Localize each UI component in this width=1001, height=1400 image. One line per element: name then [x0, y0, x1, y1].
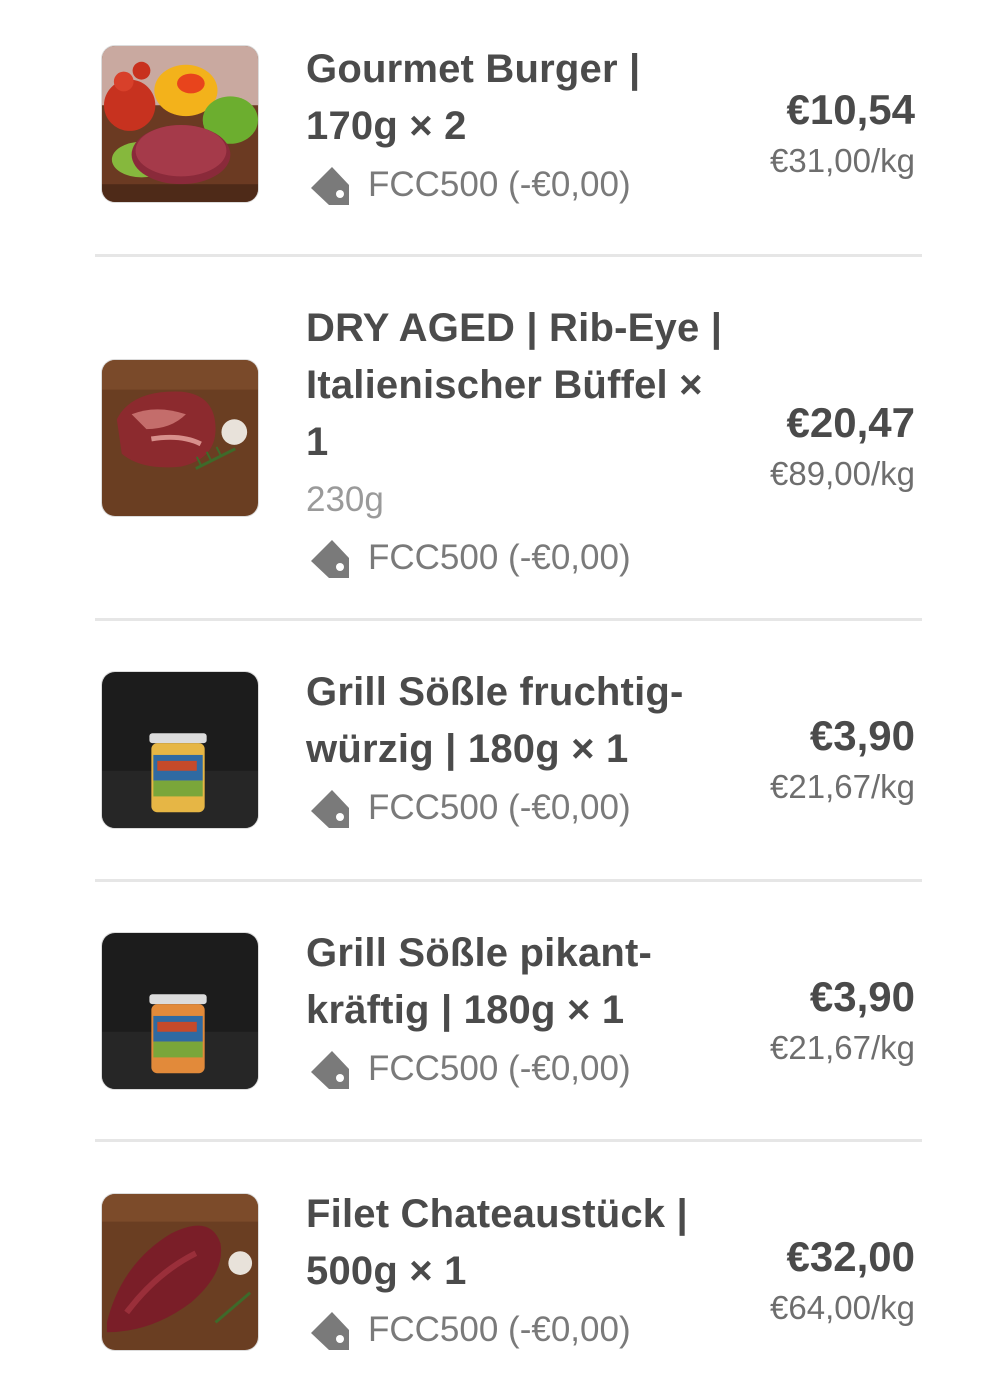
- coupon-row: FCC500 (-€0,00): [306, 778, 736, 838]
- product-name: Gourmet Burger | 170g × 2: [306, 47, 641, 148]
- product-name: DRY AGED | Rib-Eye | Italienischer Büffe…: [306, 306, 723, 464]
- item-divider: [95, 618, 922, 621]
- item-divider: [95, 879, 922, 882]
- coupon-code: FCC500 (-€0,00): [368, 788, 631, 827]
- unit-price: €21,67/kg: [770, 768, 915, 805]
- unit-price: €21,67/kg: [770, 1029, 915, 1066]
- product-name: Filet Chateaustück | 500g × 1: [306, 1192, 688, 1293]
- item-price: €20,47: [786, 399, 915, 446]
- coupon-row: FCC500 (-€0,00): [306, 1039, 736, 1099]
- coupon-row: FCC500 (-€0,00): [306, 155, 736, 215]
- coupon-code: FCC500 (-€0,00): [368, 1049, 631, 1088]
- product-image-filet[interactable]: [101, 1193, 259, 1351]
- price-tag-icon: [306, 534, 354, 582]
- coupon-code: FCC500 (-€0,00): [368, 165, 631, 204]
- coupon-code: FCC500 (-€0,00): [368, 1310, 631, 1349]
- coupon-row: FCC500 (-€0,00): [306, 1300, 736, 1360]
- item-price: €10,54: [786, 86, 915, 133]
- product-image-sauce[interactable]: [101, 671, 259, 829]
- coupon-row: FCC500 (-€0,00): [306, 528, 736, 588]
- unit-price: €31,00/kg: [770, 142, 915, 179]
- price-tag-icon: [306, 161, 354, 209]
- item-price: €3,90: [809, 712, 915, 759]
- item-divider: [95, 254, 922, 257]
- item-price: €3,90: [809, 973, 915, 1020]
- product-image-burger[interactable]: [101, 45, 259, 203]
- unit-price: €89,00/kg: [770, 455, 915, 492]
- product-name: Grill Sößle pikant-kräftig | 180g × 1: [306, 931, 653, 1032]
- product-name: Grill Sößle fruchtig-würzig | 180g × 1: [306, 670, 684, 771]
- product-variant: 230g: [306, 480, 384, 519]
- price-tag-icon: [306, 1306, 354, 1354]
- coupon-code: FCC500 (-€0,00): [368, 538, 631, 577]
- price-tag-icon: [306, 1045, 354, 1093]
- product-image-sauce[interactable]: [101, 932, 259, 1090]
- product-image-ribeye[interactable]: [101, 359, 259, 517]
- price-tag-icon: [306, 784, 354, 832]
- item-price: €32,00: [786, 1233, 915, 1280]
- item-divider: [95, 1139, 922, 1142]
- unit-price: €64,00/kg: [770, 1289, 915, 1326]
